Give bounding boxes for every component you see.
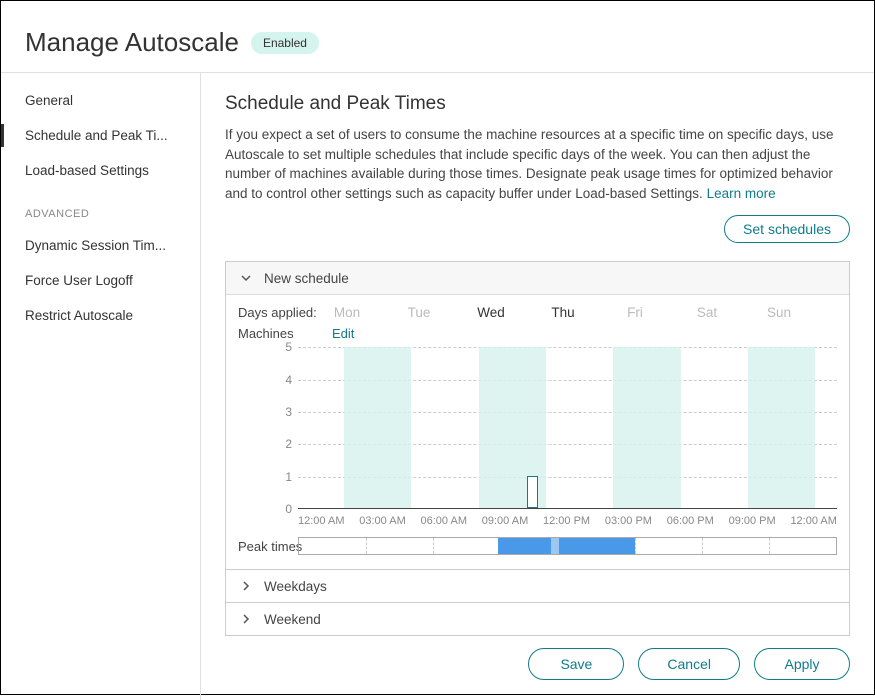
day-thu[interactable]: Thu — [548, 305, 578, 320]
chart-plot-area[interactable] — [298, 347, 837, 509]
chevron-right-icon — [238, 611, 254, 627]
machines-chart: 12:00 AM 03:00 AM 06:00 AM 09:00 AM 12:00 PM… — [238, 347, 837, 527]
highlight-band — [344, 347, 411, 508]
y-tick: 5 — [278, 340, 292, 354]
highlight-band — [613, 347, 680, 508]
section-title: Schedule and Peak Times — [225, 93, 850, 115]
peak-gridline — [366, 538, 367, 554]
set-schedules-button[interactable]: Set schedules — [724, 215, 850, 243]
x-tick: 03:00 AM — [359, 515, 405, 527]
sidebar-section-advanced: ADVANCED — [1, 188, 200, 228]
x-tick: 12:00 PM — [543, 515, 590, 527]
sidebar-item-force-logoff[interactable]: Force User Logoff — [1, 263, 200, 298]
x-tick: 06:00 PM — [667, 515, 714, 527]
chart-bar[interactable] — [527, 476, 538, 508]
days-applied-label: Days applied: — [238, 305, 326, 320]
sidebar: General Schedule and Peak Ti... Load-bas… — [1, 73, 201, 700]
highlight-band — [748, 347, 815, 508]
sidebar-item-schedule-peak[interactable]: Schedule and Peak Ti... — [1, 118, 200, 153]
y-tick: 2 — [278, 437, 292, 451]
schedule-body: Days applied: Mon Tue Wed Thu Fri Sat Su… — [226, 295, 849, 569]
x-tick: 09:00 PM — [729, 515, 776, 527]
sidebar-item-restrict-autoscale[interactable]: Restrict Autoscale — [1, 298, 200, 333]
schedule-name-weekdays: Weekdays — [264, 579, 327, 594]
apply-button[interactable]: Apply — [754, 648, 850, 680]
section-description: If you expect a set of users to consume … — [225, 125, 850, 203]
peak-segment[interactable] — [551, 538, 559, 554]
schedule-expand-header-weekdays[interactable]: Weekdays — [226, 569, 849, 602]
page-title: Manage Autoscale — [25, 27, 239, 58]
peak-gridline — [635, 538, 636, 554]
peak-segment[interactable] — [498, 538, 552, 554]
main-panel: Schedule and Peak Times If you expect a … — [201, 73, 874, 700]
x-tick: 03:00 PM — [605, 515, 652, 527]
day-tue[interactable]: Tue — [404, 305, 434, 320]
schedule-name-weekend: Weekend — [264, 612, 321, 627]
sidebar-item-general[interactable]: General — [1, 83, 200, 118]
chevron-down-icon — [238, 270, 254, 286]
y-tick: 1 — [278, 470, 292, 484]
day-sun[interactable]: Sun — [764, 305, 794, 320]
day-sat[interactable]: Sat — [692, 305, 722, 320]
peak-times-row: Peak times — [238, 537, 837, 555]
header: Manage Autoscale Enabled — [1, 1, 874, 72]
learn-more-link[interactable]: Learn more — [707, 186, 776, 201]
sidebar-item-dynamic-session[interactable]: Dynamic Session Tim... — [1, 228, 200, 263]
y-tick: 4 — [278, 373, 292, 387]
machines-label: Machines — [238, 326, 326, 341]
chevron-right-icon — [238, 578, 254, 594]
y-tick: 3 — [278, 405, 292, 419]
peak-gridline — [769, 538, 770, 554]
days-list: Mon Tue Wed Thu Fri Sat Sun — [332, 305, 794, 320]
machines-edit-link[interactable]: Edit — [332, 326, 354, 341]
peak-segment[interactable] — [559, 538, 634, 554]
save-button[interactable]: Save — [528, 648, 624, 680]
x-tick: 12:00 AM — [298, 515, 344, 527]
sidebar-item-load-settings[interactable]: Load-based Settings — [1, 153, 200, 188]
status-badge: Enabled — [251, 32, 319, 54]
schedule-expand-header-new[interactable]: New schedule — [226, 262, 849, 295]
peak-gridline — [433, 538, 434, 554]
cancel-button[interactable]: Cancel — [638, 648, 740, 680]
x-tick: 06:00 AM — [421, 515, 467, 527]
footer-actions: Save Cancel Apply — [1, 634, 874, 694]
day-wed[interactable]: Wed — [476, 305, 506, 320]
peak-times-track[interactable] — [298, 537, 837, 555]
schedule-name: New schedule — [264, 271, 349, 286]
day-mon[interactable]: Mon — [332, 305, 362, 320]
x-tick: 09:00 AM — [482, 515, 528, 527]
schedule-card: New schedule Days applied: Mon Tue Wed T… — [225, 261, 850, 636]
schedule-expand-header-weekend[interactable]: Weekend — [226, 602, 849, 635]
x-tick: 12:00 AM — [790, 515, 836, 527]
peak-gridline — [702, 538, 703, 554]
chart-x-axis: 12:00 AM 03:00 AM 06:00 AM 09:00 AM 12:00 PM… — [298, 515, 837, 527]
day-fri[interactable]: Fri — [620, 305, 650, 320]
y-tick: 0 — [278, 502, 292, 516]
